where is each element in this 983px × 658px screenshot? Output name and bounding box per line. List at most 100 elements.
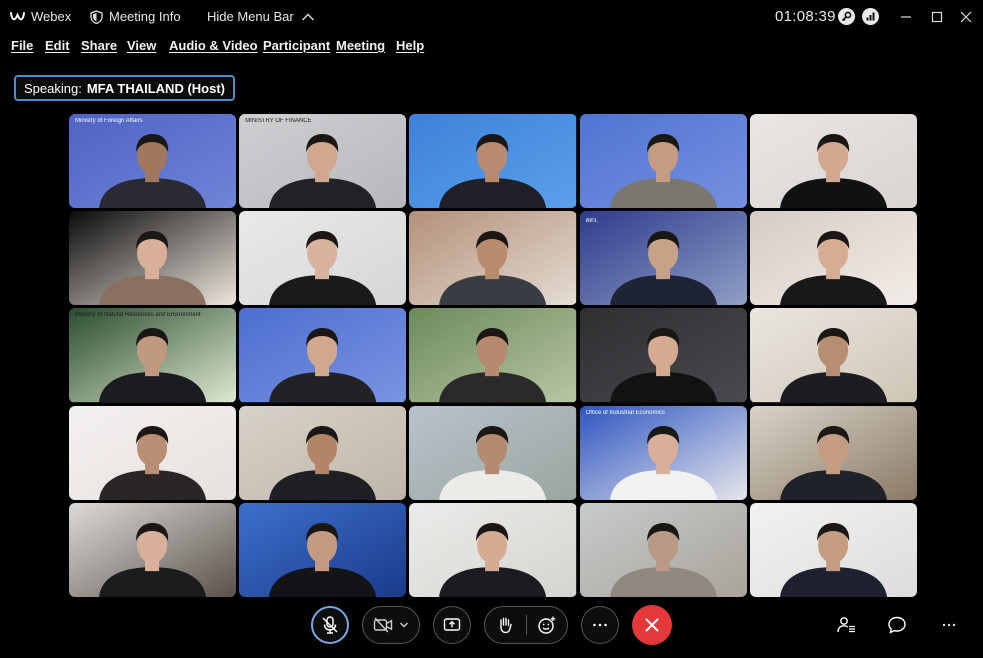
- video-toggle-button[interactable]: [362, 606, 420, 644]
- participant-video-tile[interactable]: [409, 405, 577, 500]
- participant-video-tile[interactable]: Ministry of Natural Resources and Enviro…: [69, 308, 237, 403]
- participant-video-feed: [579, 502, 747, 597]
- key-icon: [841, 11, 852, 22]
- close-icon: [645, 618, 659, 632]
- participant-video-tile[interactable]: Ministry of Foreign Affairs: [69, 114, 237, 209]
- participant-video-tile[interactable]: [749, 114, 917, 209]
- active-speaker-indicator: Speaking: MFA THAILAND (Host): [14, 75, 235, 101]
- participant-video-feed: [239, 405, 407, 500]
- meeting-info-button[interactable]: Meeting Info: [90, 9, 181, 24]
- participant-video-feed: [409, 211, 577, 306]
- hide-menu-bar-button[interactable]: Hide Menu Bar: [207, 9, 315, 24]
- participant-video-tile[interactable]: [69, 405, 237, 500]
- share-screen-button[interactable]: [433, 606, 471, 644]
- participant-video-tile[interactable]: [579, 114, 747, 209]
- participant-video-feed: [579, 308, 747, 403]
- participant-video-feed: [579, 114, 747, 209]
- participant-video-tile[interactable]: [239, 502, 407, 597]
- minimize-icon: [901, 16, 911, 18]
- participant-video-tile[interactable]: [409, 211, 577, 306]
- participant-video-tile[interactable]: [239, 308, 407, 403]
- webex-app-label[interactable]: Webex: [10, 9, 71, 24]
- participants-icon: [837, 617, 855, 633]
- more-options-button[interactable]: [581, 606, 619, 644]
- participant-video-tile[interactable]: สสว.: [579, 211, 747, 306]
- minimize-button[interactable]: [895, 6, 917, 28]
- chat-button[interactable]: [884, 612, 910, 638]
- participant-video-tile[interactable]: [409, 114, 577, 209]
- speaking-label: Speaking:: [24, 80, 82, 96]
- tile-banner-text: MINISTRY OF FINANCE: [245, 118, 312, 124]
- participant-video-tile[interactable]: [749, 502, 917, 597]
- chevron-up-icon: [301, 13, 314, 20]
- participant-video-feed: [749, 211, 917, 306]
- participant-video-feed: [69, 405, 237, 500]
- participant-video-tile[interactable]: [409, 502, 577, 597]
- tile-banner-text: Ministry of Natural Resources and Enviro…: [75, 312, 201, 319]
- chat-bubble-icon: [888, 616, 906, 634]
- menu-file[interactable]: File: [11, 38, 33, 53]
- tile-banner-text: Office of Industrial Economics: [585, 409, 665, 416]
- participant-video-tile[interactable]: [579, 502, 747, 597]
- tile-banner-text: สสว.: [585, 218, 598, 225]
- chevron-down-icon[interactable]: [399, 621, 409, 629]
- participant-video-tile[interactable]: [749, 405, 917, 500]
- meeting-info-label: Meeting Info: [109, 9, 181, 24]
- participants-button[interactable]: [833, 612, 859, 638]
- participant-video-tile[interactable]: [69, 502, 237, 597]
- participant-video-feed: [749, 114, 917, 209]
- camera-off-icon: [373, 617, 393, 633]
- close-icon: [960, 11, 972, 23]
- speaker-name: MFA THAILAND (Host): [86, 80, 225, 96]
- share-screen-icon: [443, 618, 461, 631]
- maximize-icon: [931, 11, 943, 23]
- participant-video-feed: [69, 211, 237, 306]
- participant-video-feed: [409, 502, 577, 597]
- connection-stats-button[interactable]: [862, 8, 879, 25]
- participant-video-feed: [239, 502, 407, 597]
- participant-video-feed: [409, 308, 577, 403]
- microphone-muted-icon: [322, 616, 338, 634]
- maximize-button[interactable]: [926, 6, 948, 28]
- reactions-button[interactable]: [526, 607, 567, 643]
- participant-video-feed: [749, 502, 917, 597]
- participant-video-feed: [409, 405, 577, 500]
- smiley-add-icon: [538, 616, 555, 634]
- participant-video-feed: [69, 308, 237, 403]
- hide-menu-bar-label: Hide Menu Bar: [207, 9, 294, 24]
- key-button[interactable]: [838, 8, 855, 25]
- app-name: Webex: [31, 9, 72, 24]
- participant-video-tile[interactable]: [409, 308, 577, 403]
- participant-video-tile[interactable]: [69, 211, 237, 306]
- menu-audio-video[interactable]: Audio & Video: [169, 38, 258, 53]
- signal-bars-icon: [866, 12, 875, 21]
- menu-edit[interactable]: Edit: [45, 38, 70, 53]
- menu-participant[interactable]: Participant: [263, 38, 330, 53]
- video-grid: Ministry of Foreign Affairs MINISTRY OF F…: [69, 114, 917, 597]
- participant-video-tile[interactable]: [749, 308, 917, 403]
- participant-video-feed: [239, 114, 407, 209]
- participant-video-tile[interactable]: [239, 405, 407, 500]
- more-panels-button[interactable]: [936, 612, 962, 638]
- raise-hand-button[interactable]: [485, 607, 526, 643]
- participant-video-tile[interactable]: [579, 308, 747, 403]
- menu-share[interactable]: Share: [81, 38, 117, 53]
- menu-view[interactable]: View: [127, 38, 156, 53]
- participant-video-tile[interactable]: [749, 211, 917, 306]
- participant-video-tile[interactable]: [239, 211, 407, 306]
- tile-banner-text: Ministry of Foreign Affairs: [75, 118, 143, 124]
- participant-video-tile[interactable]: MINISTRY OF FINANCE: [239, 114, 407, 209]
- participant-video-feed: [69, 114, 237, 209]
- leave-meeting-button[interactable]: [632, 605, 672, 645]
- reactions-group: [484, 606, 568, 644]
- webex-logo-icon: [10, 11, 25, 20]
- title-bar: Webex Meeting Info Hide Menu Bar 01:08:3…: [0, 0, 983, 34]
- participant-video-feed: [749, 405, 917, 500]
- participant-video-tile[interactable]: Office of Industrial Economics: [579, 405, 747, 500]
- menu-help[interactable]: Help: [396, 38, 424, 53]
- participant-video-feed: [409, 114, 577, 209]
- menu-meeting[interactable]: Meeting: [336, 38, 385, 53]
- close-window-button[interactable]: [955, 6, 977, 28]
- meeting-timer: 01:08:39: [775, 8, 836, 25]
- mute-button[interactable]: [311, 606, 349, 644]
